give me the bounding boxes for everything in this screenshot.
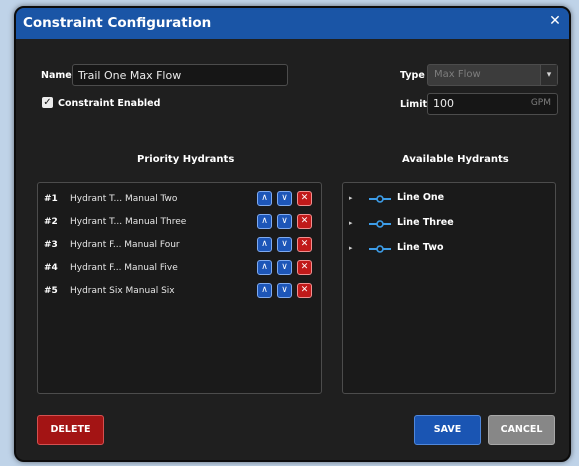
hydrant-name: Hydrant F... Manual Four — [70, 240, 180, 250]
move-down-button[interactable]: ∨ — [277, 214, 292, 229]
move-up-button[interactable]: ∧ — [257, 191, 272, 206]
move-down-button[interactable]: ∨ — [277, 237, 292, 252]
expand-caret-icon[interactable]: ▸ — [349, 219, 353, 227]
table-row: #2 Hydrant T... Manual Three ∧ ∨ ✕ — [38, 212, 321, 234]
dialog-title: Constraint Configuration — [23, 15, 212, 31]
line-name: Line Two — [397, 242, 444, 253]
line-name: Line Three — [397, 217, 454, 228]
expand-caret-icon[interactable]: ▸ — [349, 194, 353, 202]
save-button[interactable]: SAVE — [414, 415, 481, 445]
move-up-button[interactable]: ∧ — [257, 237, 272, 252]
delete-button[interactable]: DELETE — [37, 415, 104, 445]
move-down-button[interactable]: ∨ — [277, 260, 292, 275]
remove-button[interactable]: ✕ — [297, 283, 312, 298]
enabled-label: Constraint Enabled — [58, 98, 161, 109]
name-label: Name — [41, 70, 72, 81]
constraint-dialog: Constraint Configuration ✕ Name ✓ Constr… — [14, 6, 571, 462]
priority-number: #5 — [44, 286, 58, 296]
table-row: #1 Hydrant T... Manual Two ∧ ∨ ✕ — [38, 189, 321, 211]
hydrant-name: Hydrant F... Manual Five — [70, 263, 178, 273]
priority-number: #4 — [44, 263, 58, 273]
title-bar: Constraint Configuration ✕ — [16, 8, 569, 39]
move-down-button[interactable]: ∨ — [277, 191, 292, 206]
priority-number: #3 — [44, 240, 58, 250]
type-label: Type — [400, 70, 425, 81]
remove-button[interactable]: ✕ — [297, 237, 312, 252]
priority-title: Priority Hydrants — [137, 154, 235, 165]
pipe-line-icon — [369, 195, 391, 203]
tree-item-line-two[interactable]: ▸ Line Two — [343, 239, 555, 259]
line-name: Line One — [397, 192, 445, 203]
pipe-line-icon — [369, 220, 391, 228]
tree-item-line-one[interactable]: ▸ Line One — [343, 189, 555, 209]
priority-number: #2 — [44, 217, 58, 227]
priority-list: #1 Hydrant T... Manual Two ∧ ∨ ✕ #2 Hydr… — [37, 182, 322, 394]
type-select[interactable]: Max Flow ▾ — [427, 64, 558, 86]
table-row: #4 Hydrant F... Manual Five ∧ ∨ ✕ — [38, 258, 321, 280]
table-row: #5 Hydrant Six Manual Six ∧ ∨ ✕ — [38, 281, 321, 303]
name-input[interactable] — [72, 64, 288, 86]
hydrant-name: Hydrant T... Manual Three — [70, 217, 187, 227]
chevron-down-icon: ▾ — [540, 65, 557, 85]
cancel-button[interactable]: CANCEL — [488, 415, 555, 445]
tree-item-line-three[interactable]: ▸ Line Three — [343, 214, 555, 234]
expand-caret-icon[interactable]: ▸ — [349, 244, 353, 252]
limit-unit: GPM — [530, 98, 551, 108]
table-row: #3 Hydrant F... Manual Four ∧ ∨ ✕ — [38, 235, 321, 257]
move-up-button[interactable]: ∧ — [257, 260, 272, 275]
enabled-checkbox[interactable]: ✓ — [42, 97, 53, 108]
type-value: Max Flow — [434, 69, 481, 80]
move-down-button[interactable]: ∨ — [277, 283, 292, 298]
hydrant-name: Hydrant Six Manual Six — [70, 286, 175, 296]
limit-input[interactable]: 100 GPM — [427, 93, 558, 115]
remove-button[interactable]: ✕ — [297, 260, 312, 275]
limit-value: 100 — [433, 97, 454, 110]
available-title: Available Hydrants — [402, 154, 509, 165]
available-tree: ▸ Line One ▸ Line Three ▸ Line Two — [342, 182, 556, 394]
remove-button[interactable]: ✕ — [297, 191, 312, 206]
close-icon[interactable]: ✕ — [547, 13, 563, 31]
hydrant-name: Hydrant T... Manual Two — [70, 194, 178, 204]
priority-number: #1 — [44, 194, 58, 204]
limit-label: Limit — [400, 99, 428, 110]
move-up-button[interactable]: ∧ — [257, 214, 272, 229]
pipe-line-icon — [369, 245, 391, 253]
remove-button[interactable]: ✕ — [297, 214, 312, 229]
move-up-button[interactable]: ∧ — [257, 283, 272, 298]
